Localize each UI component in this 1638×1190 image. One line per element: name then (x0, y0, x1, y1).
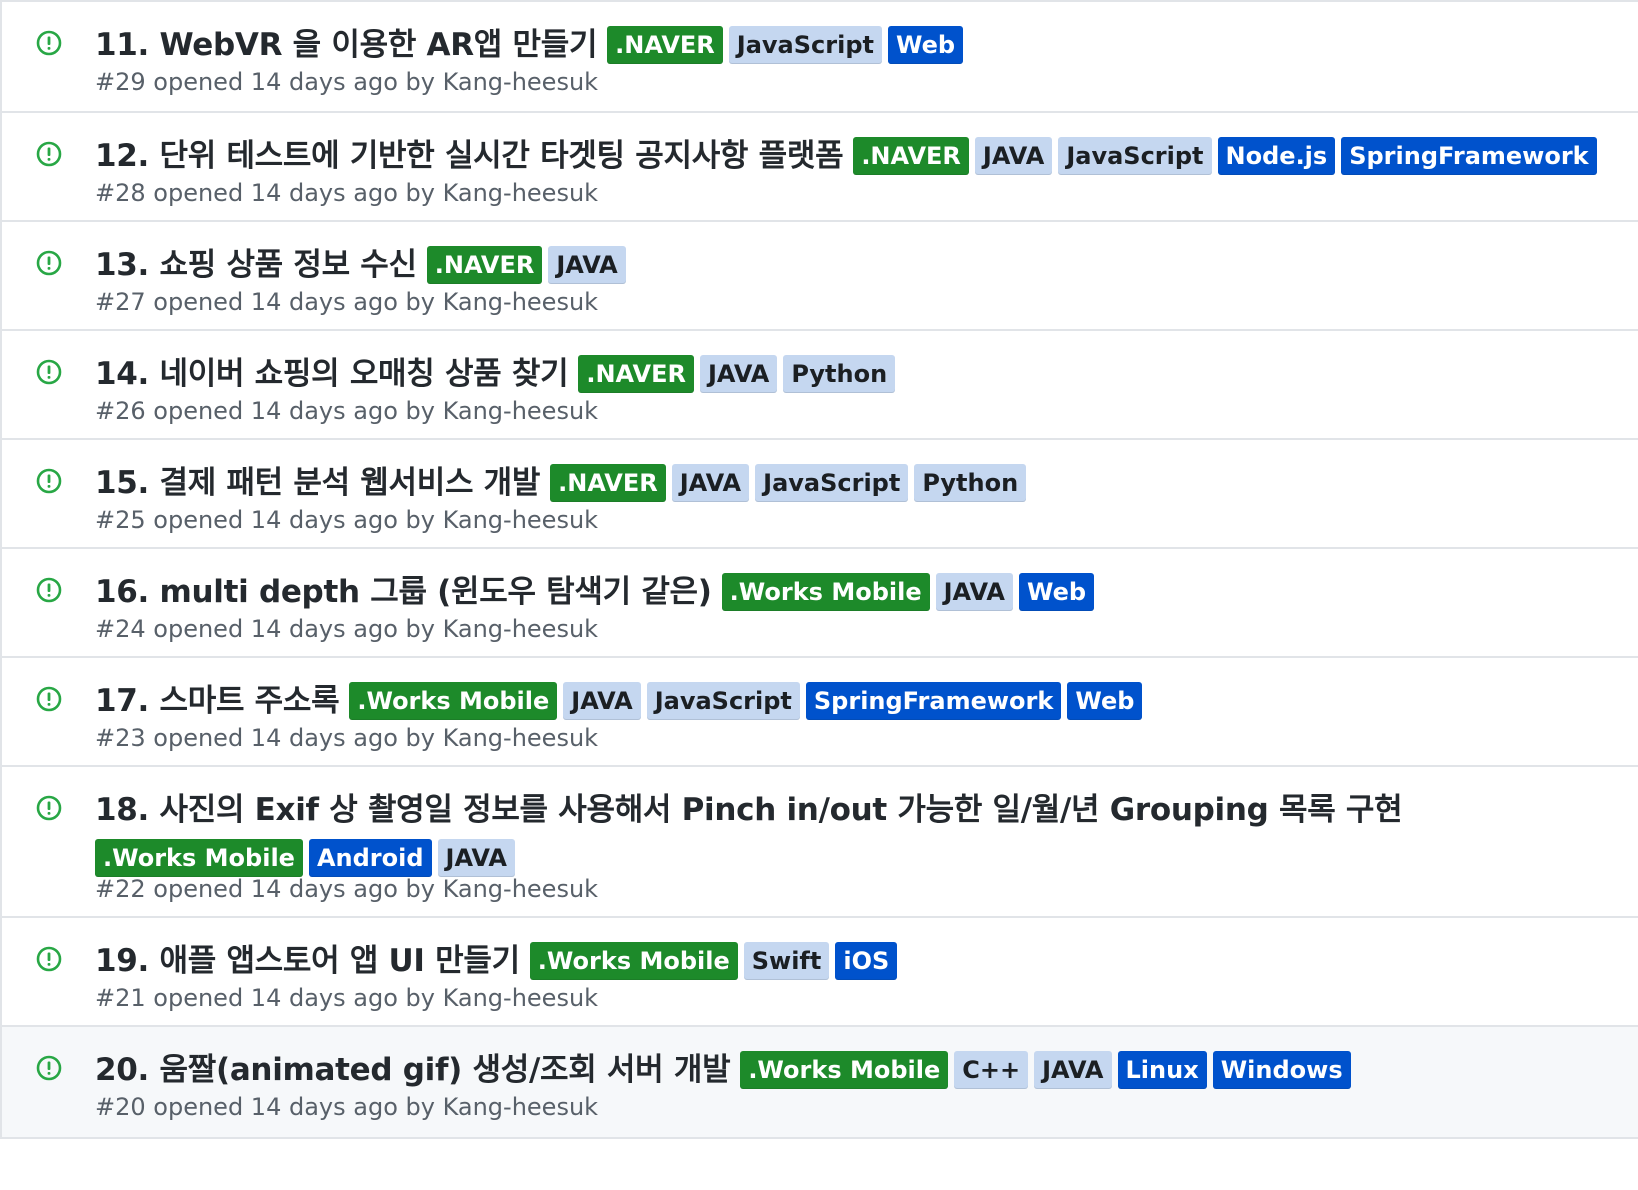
issue-label[interactable]: .Works Mobile (95, 839, 303, 877)
issue-label[interactable]: JAVA (1034, 1050, 1112, 1089)
issue-title-line: 17. 스마트 주소록 .Works Mobile JAVA JavaScript Sp… (95, 676, 1618, 725)
issue-label[interactable]: JAVA (437, 839, 515, 877)
issue-opened-icon (36, 946, 62, 972)
issue-title-line: 12. 단위 테스트에 기반한 실시간 타겟팅 공지사항 플랫폼 .NAVER JA… (95, 131, 1618, 180)
issue-row[interactable]: 17. 스마트 주소록 .Works Mobile JAVA JavaScript Sp… (0, 658, 1638, 767)
issue-label[interactable]: JavaScript (728, 25, 882, 64)
issue-label[interactable]: .NAVER (607, 25, 723, 64)
issue-title-line: 14. 네이버 쇼핑의 오매칭 상품 찾기 .NAVER JAVA Python (95, 349, 1618, 398)
issue-label[interactable]: .Works Mobile (349, 681, 558, 720)
issue-label[interactable]: iOS (835, 941, 898, 980)
issue-label[interactable]: Linux (1117, 1050, 1207, 1089)
issue-row[interactable]: 19. 애플 앱스토어 앱 UI 만들기 .Works Mobile Swift iO… (0, 918, 1638, 1027)
issue-title-line: 11. WebVR 을 이용한 AR앱 만들기 .NAVER JavaScript W… (95, 20, 1618, 69)
issue-row[interactable]: 14. 네이버 쇼핑의 오매칭 상품 찾기 .NAVER JAVA Python #26… (0, 331, 1638, 440)
issue-label[interactable]: Android (308, 839, 432, 877)
issue-label[interactable]: .NAVER (550, 463, 666, 502)
issue-title-link[interactable]: 20. 움짤(animated gif) 생성/조회 서버 개발 (95, 1052, 731, 1088)
issue-opened-icon (36, 686, 62, 712)
issue-opened-icon (36, 468, 62, 494)
issue-title-line: 20. 움짤(animated gif) 생성/조회 서버 개발 .Works M… (95, 1045, 1618, 1094)
issue-title-link[interactable]: 11. WebVR 을 이용한 AR앱 만들기 (95, 27, 597, 63)
issue-title-link[interactable]: 19. 애플 앱스토어 앱 UI 만들기 (95, 943, 520, 979)
issue-row[interactable]: 11. WebVR 을 이용한 AR앱 만들기 .NAVER JavaScript W… (0, 2, 1638, 113)
issue-label[interactable]: JAVA (935, 572, 1014, 611)
issue-label[interactable]: Python (783, 354, 896, 393)
issue-row[interactable]: 18. 사진의 Exif 상 촬영일 정보를 사용해서 Pinch in/out… (0, 767, 1638, 918)
issue-label[interactable]: .Works Mobile (529, 941, 738, 980)
issue-label[interactable]: .Works Mobile (721, 572, 930, 611)
issue-meta: #26 opened 14 days ago by Kang-heesuk (95, 397, 599, 425)
issue-title-link[interactable]: 13. 쇼핑 상품 정보 수신 (95, 247, 417, 283)
issue-title-link[interactable]: 17. 스마트 주소록 (95, 683, 340, 719)
issue-row[interactable]: 20. 움짤(animated gif) 생성/조회 서버 개발 .Works M… (0, 1027, 1638, 1139)
issue-label[interactable]: JAVA (699, 354, 778, 393)
issue-meta: #21 opened 14 days ago by Kang-heesuk (95, 984, 599, 1012)
issue-label[interactable]: Web (1067, 681, 1143, 720)
issue-label[interactable]: JAVA (548, 245, 626, 284)
issue-meta: #22 opened 14 days ago by Kang-heesuk (95, 875, 599, 903)
issue-title-link[interactable]: 18. 사진의 Exif 상 촬영일 정보를 사용해서 Pinch in/out… (95, 792, 1403, 828)
issue-label[interactable]: Swift (743, 941, 830, 980)
issue-opened-icon (36, 577, 62, 603)
issue-title-line: 16. multi depth 그룹 (윈도우 탐색기 같은) .Works Mo… (95, 567, 1618, 616)
issue-opened-icon (36, 141, 62, 167)
issue-label[interactable]: JAVA (671, 463, 750, 502)
issue-label[interactable]: JavaScript (646, 681, 800, 720)
issue-label[interactable]: .NAVER (578, 354, 694, 393)
issue-meta: #23 opened 14 days ago by Kang-heesuk (95, 724, 599, 752)
issue-label[interactable]: .NAVER (853, 136, 969, 175)
issue-opened-icon (36, 250, 62, 276)
issue-label[interactable]: JavaScript (1058, 136, 1212, 175)
issue-row[interactable]: 12. 단위 테스트에 기반한 실시간 타겟팅 공지사항 플랫폼 .NAVER JA… (0, 113, 1638, 222)
issue-label[interactable]: JAVA (974, 136, 1053, 175)
issue-label[interactable]: SpringFramework (805, 681, 1062, 720)
issue-meta: #24 opened 14 days ago by Kang-heesuk (95, 615, 599, 643)
issue-meta: #25 opened 14 days ago by Kang-heesuk (95, 506, 599, 534)
issue-title-link[interactable]: 14. 네이버 쇼핑의 오매칭 상품 찾기 (95, 356, 569, 392)
issue-label[interactable]: .Works Mobile (740, 1050, 949, 1089)
issue-label[interactable]: JAVA (563, 681, 641, 720)
issue-meta: #28 opened 14 days ago by Kang-heesuk (95, 179, 599, 207)
issue-label[interactable]: SpringFramework (1341, 136, 1597, 175)
issue-meta: #20 opened 14 days ago by Kang-heesuk (95, 1093, 599, 1121)
issue-row[interactable]: 15. 결제 패턴 분석 웹서비스 개발 .NAVER JAVA JavaScript… (0, 440, 1638, 549)
issue-opened-icon (36, 30, 62, 56)
issue-title-link[interactable]: 15. 결제 패턴 분석 웹서비스 개발 (95, 465, 540, 501)
issue-label[interactable]: Python (914, 463, 1027, 502)
issue-row[interactable]: 13. 쇼핑 상품 정보 수신 .NAVER JAVA #27 opened 14 d… (0, 222, 1638, 331)
issue-label[interactable]: Node.js (1217, 136, 1336, 175)
issue-title-line: 13. 쇼핑 상품 정보 수신 .NAVER JAVA (95, 240, 1618, 289)
issue-title-line: 19. 애플 앱스토어 앱 UI 만들기 .Works Mobile Swift iO… (95, 936, 1618, 985)
issue-list: 11. WebVR 을 이용한 AR앱 만들기 .NAVER JavaScript W… (0, 0, 1638, 1190)
issue-title-link[interactable]: 12. 단위 테스트에 기반한 실시간 타겟팅 공지사항 플랫폼 (95, 138, 844, 174)
issue-opened-icon (36, 359, 62, 385)
issue-row[interactable]: 16. multi depth 그룹 (윈도우 탐색기 같은) .Works Mo… (0, 549, 1638, 658)
issue-meta: #27 opened 14 days ago by Kang-heesuk (95, 288, 599, 316)
issue-label[interactable]: C++ (954, 1050, 1029, 1089)
issue-label[interactable]: Windows (1212, 1050, 1351, 1089)
issue-label[interactable]: Web (887, 25, 964, 64)
issue-label[interactable]: JavaScript (755, 463, 909, 502)
issue-opened-icon (36, 795, 62, 821)
issue-label[interactable]: Web (1019, 572, 1095, 611)
issue-meta: #29 opened 14 days ago by Kang-heesuk (95, 68, 599, 96)
issue-title-link[interactable]: 16. multi depth 그룹 (윈도우 탐색기 같은) (95, 574, 712, 610)
issue-title-line: 18. 사진의 Exif 상 촬영일 정보를 사용해서 Pinch in/out… (95, 785, 1618, 882)
issue-title-line: 15. 결제 패턴 분석 웹서비스 개발 .NAVER JAVA JavaScript… (95, 458, 1618, 507)
issue-label[interactable]: .NAVER (426, 245, 543, 284)
issue-opened-icon (36, 1055, 62, 1081)
